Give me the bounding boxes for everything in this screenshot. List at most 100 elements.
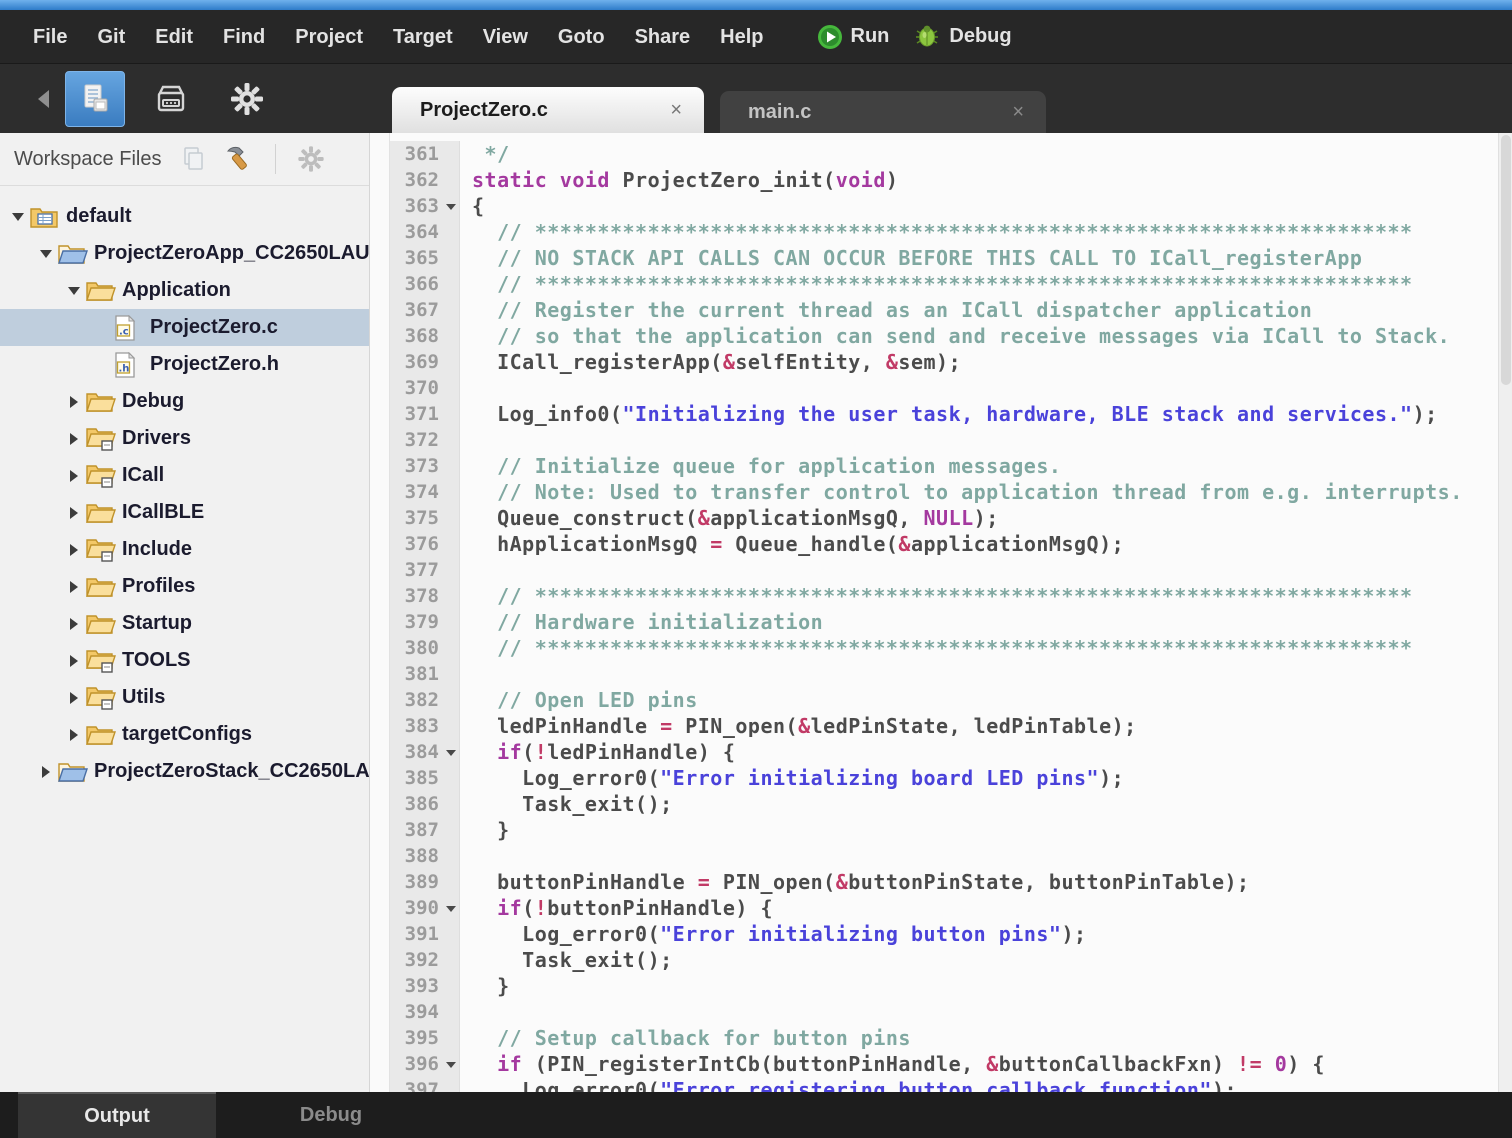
code-text[interactable]: Log_info0("Initializing the user task, h…: [460, 401, 1438, 427]
code-text[interactable]: Log_error0("Error initializing board LED…: [460, 765, 1124, 791]
menu-item-edit[interactable]: Edit: [140, 10, 208, 64]
code-text[interactable]: hApplicationMsgQ = Queue_handle(&applica…: [460, 531, 1124, 557]
code-text[interactable]: Log_error0("Error initializing button pi…: [460, 921, 1087, 947]
code-text[interactable]: if (PIN_registerIntCb(buttonPinHandle, &…: [460, 1051, 1325, 1077]
tree-item-Utils[interactable]: Utils: [0, 679, 369, 716]
code-text[interactable]: [460, 427, 472, 453]
tab-close-icon[interactable]: ×: [1012, 101, 1024, 124]
debug-button[interactable]: Debug: [901, 24, 1023, 50]
code-text[interactable]: // *************************************…: [460, 583, 1413, 609]
bottom-tab-output[interactable]: Output: [18, 1092, 216, 1138]
menu-item-project[interactable]: Project: [280, 10, 378, 64]
code-text[interactable]: */: [460, 141, 510, 167]
tree-expand-arrow-icon[interactable]: [64, 396, 84, 408]
tab-close-icon[interactable]: ×: [670, 99, 682, 122]
menu-item-view[interactable]: View: [468, 10, 543, 64]
code-text[interactable]: [460, 843, 472, 869]
code-text[interactable]: // so that the application can send and …: [460, 323, 1450, 349]
copy-pages-icon[interactable]: [179, 144, 209, 174]
tree-item-Debug[interactable]: Debug: [0, 383, 369, 420]
code-text[interactable]: [460, 557, 472, 583]
tree-expand-arrow-icon[interactable]: [64, 507, 84, 519]
tree-item-Include[interactable]: Include: [0, 531, 369, 568]
run-button[interactable]: Run: [805, 24, 902, 50]
code-text[interactable]: }: [460, 973, 510, 999]
tree-item-default[interactable]: default: [0, 198, 369, 235]
tree-expand-arrow-icon[interactable]: [36, 250, 56, 258]
menu-item-find[interactable]: Find: [208, 10, 280, 64]
editor-tab-main.c[interactable]: main.c×: [720, 91, 1046, 133]
fold-marker-icon[interactable]: [446, 906, 456, 912]
archive-drawer-button[interactable]: [141, 71, 201, 127]
editor-vertical-scrollbar[interactable]: [1498, 133, 1512, 1092]
tree-item-ProjectZeroApp_CC2650LAUNC[interactable]: ProjectZeroApp_CC2650LAUNC: [0, 235, 369, 272]
tree-expand-arrow-icon[interactable]: [64, 729, 84, 741]
code-text[interactable]: [460, 999, 472, 1025]
code-text[interactable]: // *************************************…: [460, 219, 1413, 245]
code-text[interactable]: // *************************************…: [460, 271, 1413, 297]
code-text[interactable]: // Setup callback for button pins: [460, 1025, 911, 1051]
workspace-files-button[interactable]: [65, 71, 125, 127]
tree-item-targetConfigs[interactable]: targetConfigs: [0, 716, 369, 753]
tree-expand-arrow-icon[interactable]: [64, 618, 84, 630]
build-hammer-icon[interactable]: [223, 143, 255, 175]
tree-item-TOOLS[interactable]: TOOLS: [0, 642, 369, 679]
tree-item-ICallBLE[interactable]: ICallBLE: [0, 494, 369, 531]
menu-item-goto[interactable]: Goto: [543, 10, 620, 64]
tree-expand-arrow-icon[interactable]: [64, 470, 84, 482]
code-text[interactable]: static void ProjectZero_init(void): [460, 167, 898, 193]
tree-item-Startup[interactable]: Startup: [0, 605, 369, 642]
tree-expand-arrow-icon[interactable]: [64, 544, 84, 556]
code-text[interactable]: if(!buttonPinHandle) {: [460, 895, 773, 921]
tree-expand-arrow-icon[interactable]: [36, 766, 56, 778]
code-text[interactable]: Task_exit();: [460, 791, 673, 817]
tree-expand-arrow-icon[interactable]: [64, 581, 84, 593]
code-text[interactable]: Task_exit();: [460, 947, 673, 973]
menu-item-git[interactable]: Git: [82, 10, 140, 64]
gear-icon[interactable]: [296, 144, 326, 174]
code-text[interactable]: // Hardware initialization: [460, 609, 823, 635]
tree-item-Drivers[interactable]: Drivers: [0, 420, 369, 457]
code-text[interactable]: Log_error0("Error registering button cal…: [460, 1077, 1237, 1092]
tree-expand-arrow-icon[interactable]: [64, 692, 84, 704]
code-text[interactable]: ledPinHandle = PIN_open(&ledPinState, le…: [460, 713, 1137, 739]
back-chevron-icon[interactable]: [38, 90, 49, 108]
code-text[interactable]: }: [460, 817, 510, 843]
menu-item-target[interactable]: Target: [378, 10, 468, 64]
code-text[interactable]: // Register the current thread as an ICa…: [460, 297, 1312, 323]
tree-item-Application[interactable]: Application: [0, 272, 369, 309]
editor-tab-ProjectZero.c[interactable]: ProjectZero.c×: [392, 87, 704, 133]
menu-item-help[interactable]: Help: [705, 10, 778, 64]
code-text[interactable]: Queue_construct(&applicationMsgQ, NULL);: [460, 505, 999, 531]
tree-item-ICall[interactable]: ICall: [0, 457, 369, 494]
code-text[interactable]: // Open LED pins: [460, 687, 698, 713]
fold-marker-icon[interactable]: [446, 1062, 456, 1068]
code-text[interactable]: // NO STACK API CALLS CAN OCCUR BEFORE T…: [460, 245, 1362, 271]
fold-marker-icon[interactable]: [446, 204, 456, 210]
sidebar-scroll-strip[interactable]: [370, 133, 390, 1092]
code-text[interactable]: // Note: Used to transfer control to app…: [460, 479, 1463, 505]
tree-expand-arrow-icon[interactable]: [64, 655, 84, 667]
settings-gear-button[interactable]: [217, 71, 277, 127]
tree-expand-arrow-icon[interactable]: [64, 287, 84, 295]
code-text[interactable]: buttonPinHandle = PIN_open(&buttonPinSta…: [460, 869, 1250, 895]
tree-item-Profiles[interactable]: Profiles: [0, 568, 369, 605]
code-text[interactable]: ICall_registerApp(&selfEntity, &sem);: [460, 349, 961, 375]
code-text[interactable]: // Initialize queue for application mess…: [460, 453, 1061, 479]
code-text[interactable]: [460, 661, 472, 687]
tree-expand-arrow-icon[interactable]: [64, 433, 84, 445]
code-text[interactable]: // *************************************…: [460, 635, 1413, 661]
fold-marker-icon[interactable]: [446, 750, 456, 756]
code-text[interactable]: {: [460, 193, 485, 219]
tree-expand-arrow-icon[interactable]: [8, 213, 28, 221]
bottom-tab-debug[interactable]: Debug: [232, 1092, 430, 1138]
code-text[interactable]: [460, 375, 472, 401]
code-text[interactable]: if(!ledPinHandle) {: [460, 739, 735, 765]
tree-item-ProjectZeroStack_CC2650LAUN[interactable]: ProjectZeroStack_CC2650LAUN: [0, 753, 369, 790]
menu-item-share[interactable]: Share: [620, 10, 706, 64]
code-editor[interactable]: 361 */362static void ProjectZero_init(vo…: [390, 133, 1512, 1092]
tree-item-ProjectZero.c[interactable]: .cProjectZero.c: [0, 309, 369, 346]
menu-item-file[interactable]: File: [18, 10, 82, 64]
scrollbar-thumb[interactable]: [1501, 135, 1511, 385]
tree-item-ProjectZero.h[interactable]: .hProjectZero.h: [0, 346, 369, 383]
